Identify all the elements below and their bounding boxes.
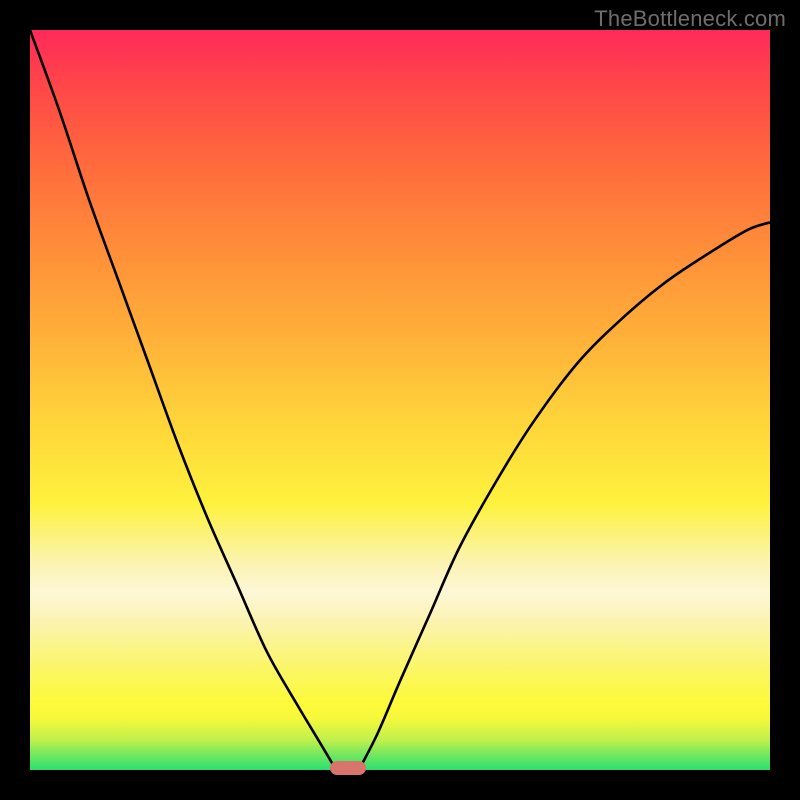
left-branch-path (30, 30, 335, 768)
watermark-text: TheBottleneck.com (594, 6, 786, 32)
right-branch-path (360, 222, 770, 767)
vertex-marker (330, 761, 366, 775)
bottleneck-curve (30, 30, 770, 770)
